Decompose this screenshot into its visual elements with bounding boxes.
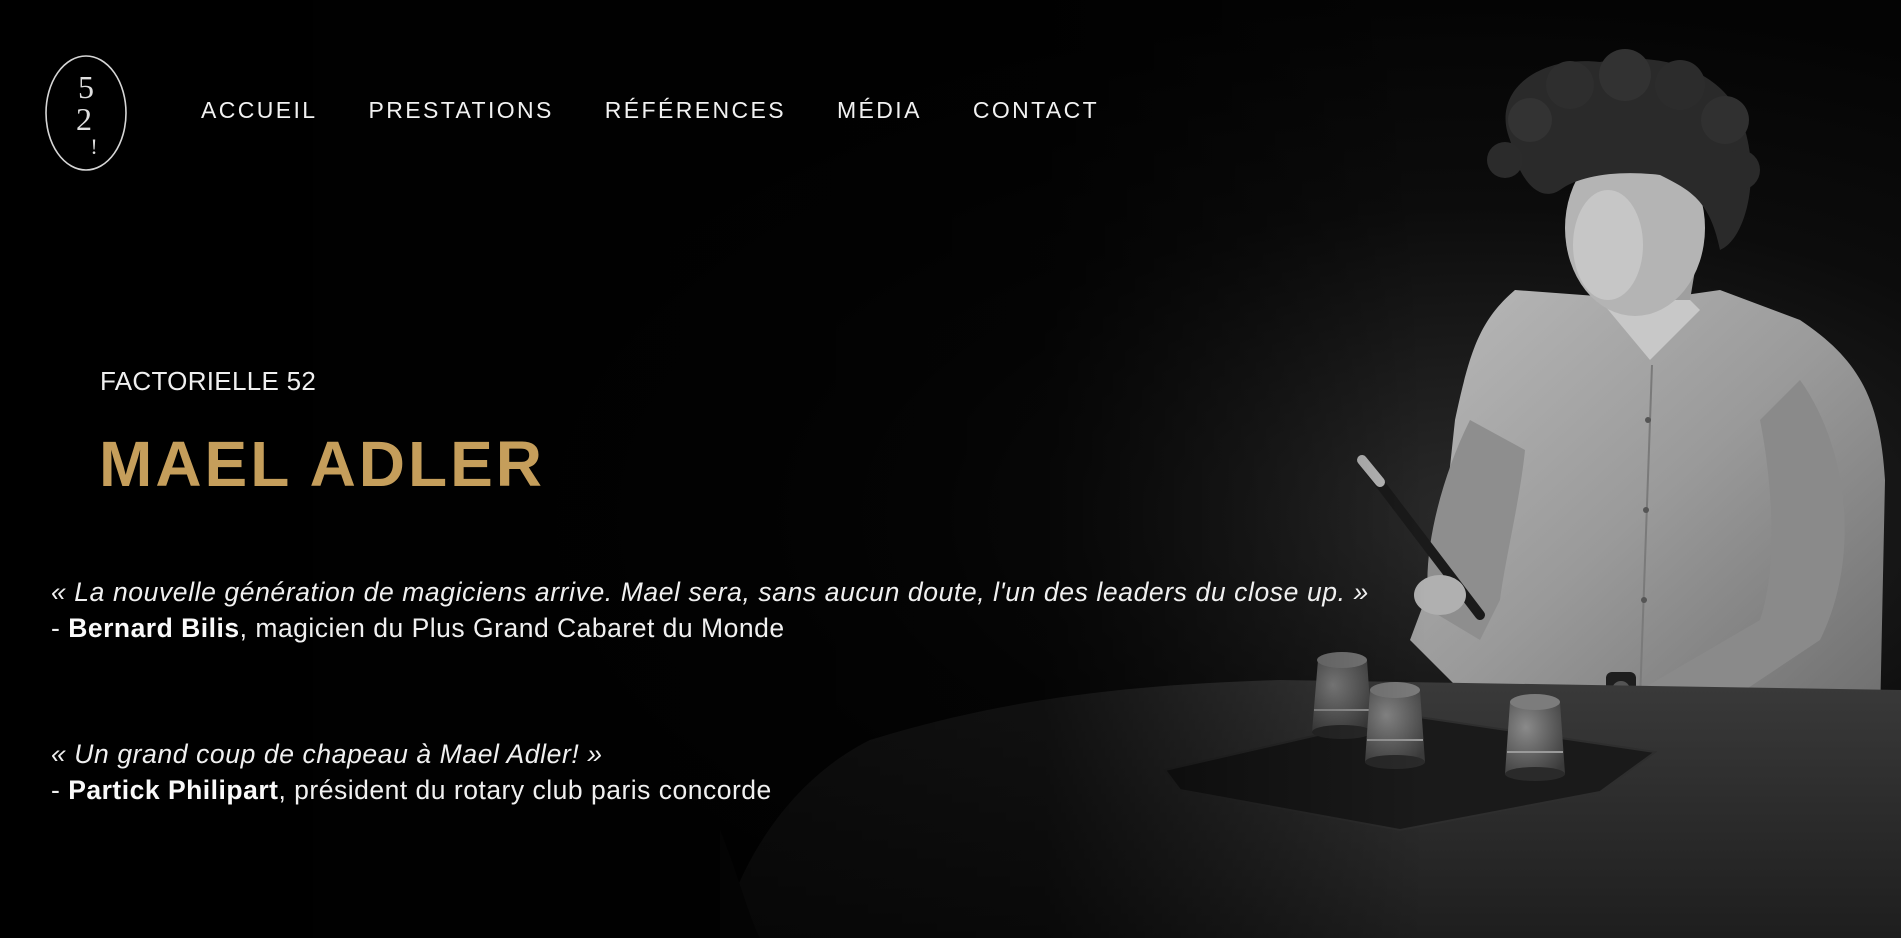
factorielle-logo[interactable]: 5 2 ! xyxy=(44,54,128,172)
testimonial-role-2: , président du rotary club paris concord… xyxy=(278,775,772,805)
logo-glyph-mid: 2 xyxy=(76,101,92,137)
hero-eyebrow: FACTORIELLE 52 xyxy=(100,366,317,396)
hero-section: 5 2 ! ACCUEIL PRESTATIONS RÉFÉRENCES MÉD… xyxy=(0,0,1901,938)
testimonial-author-2: Partick Philipart xyxy=(68,775,279,805)
nav-media[interactable]: MÉDIA xyxy=(837,96,922,124)
logo-glyph-top: 5 xyxy=(78,69,94,105)
testimonial-attribution-1: - Bernard Bilis, magicien du Plus Grand … xyxy=(51,612,785,644)
testimonial-author-1: Bernard Bilis xyxy=(68,613,240,643)
testimonial-attribution-2: - Partick Philipart, président du rotary… xyxy=(51,774,772,806)
attribution-dash: - xyxy=(51,775,69,805)
testimonial-quote-2: « Un grand coup de chapeau à Mael Adler!… xyxy=(51,739,603,769)
testimonial-role-1: , magicien du Plus Grand Cabaret du Mond… xyxy=(239,613,785,643)
nav-prestations[interactable]: PRESTATIONS xyxy=(369,96,554,124)
nav-contact[interactable]: CONTACT xyxy=(973,96,1099,124)
nav-references[interactable]: RÉFÉRENCES xyxy=(605,96,786,124)
attribution-dash: - xyxy=(51,613,69,643)
hero-title: MAEL ADLER xyxy=(99,428,545,500)
main-nav: ACCUEIL PRESTATIONS RÉFÉRENCES MÉDIA CON… xyxy=(201,96,1150,124)
nav-accueil[interactable]: ACCUEIL xyxy=(201,96,318,124)
logo-glyph-bottom: ! xyxy=(90,134,97,159)
testimonial-quote-1: « La nouvelle génération de magiciens ar… xyxy=(51,577,1369,607)
